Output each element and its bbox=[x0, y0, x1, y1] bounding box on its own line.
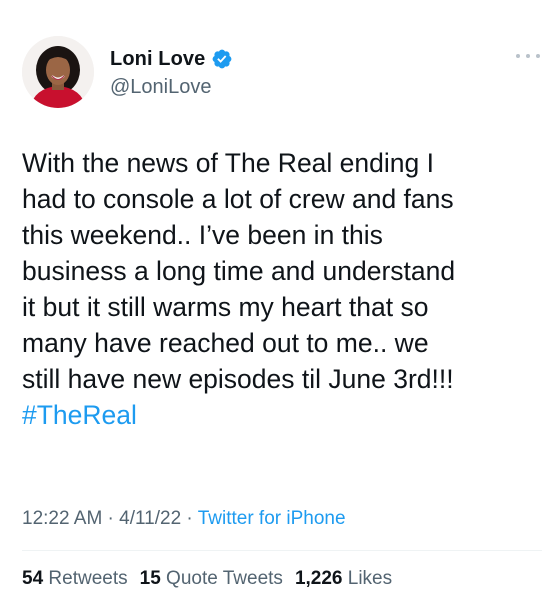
divider bbox=[22, 550, 542, 551]
tweet-time[interactable]: 12:22 AM bbox=[22, 508, 102, 529]
avatar[interactable] bbox=[22, 36, 94, 108]
more-options-icon[interactable] bbox=[516, 50, 540, 62]
hashtag-link[interactable]: #TheReal bbox=[22, 400, 137, 430]
more-dot bbox=[516, 54, 520, 58]
likes-label: Likes bbox=[347, 568, 393, 589]
meta-separator: · bbox=[181, 508, 198, 529]
display-name-row: Loni Love bbox=[110, 46, 233, 72]
retweets-stat[interactable]: 54 Retweets bbox=[22, 568, 128, 589]
tweet-meta: 12:22 AM · 4/11/22 · Twitter for iPhone bbox=[22, 508, 346, 530]
meta-separator: · bbox=[102, 508, 120, 529]
display-name[interactable]: Loni Love bbox=[110, 48, 205, 71]
tweet-text: With the news of The Real ending I had t… bbox=[22, 148, 456, 394]
tweet-date[interactable]: 4/11/22 bbox=[119, 508, 181, 529]
tweet-body: With the news of The Real ending I had t… bbox=[22, 145, 542, 433]
quotes-label: Quote Tweets bbox=[166, 568, 283, 589]
quotes-count: 15 bbox=[139, 568, 161, 589]
author-handle[interactable]: @LoniLove bbox=[110, 76, 233, 99]
likes-count: 1,226 bbox=[294, 568, 343, 589]
verified-badge-icon bbox=[211, 48, 233, 70]
tweet-stats: 54 Retweets 15 Quote Tweets 1,226 Likes bbox=[22, 568, 392, 590]
tweet-card: Loni Love @LoniLove With the news of The… bbox=[0, 0, 559, 600]
tweet-header: Loni Love @LoniLove bbox=[22, 36, 542, 116]
avatar-image bbox=[22, 36, 94, 108]
retweets-count: 54 bbox=[22, 568, 44, 589]
more-dot bbox=[526, 54, 530, 58]
tweet-source[interactable]: Twitter for iPhone bbox=[198, 508, 346, 529]
author-info: Loni Love @LoniLove bbox=[110, 46, 233, 99]
retweets-label: Retweets bbox=[48, 568, 128, 589]
quote-tweets-stat[interactable]: 15 Quote Tweets bbox=[140, 568, 283, 589]
more-dot bbox=[536, 54, 540, 58]
likes-stat[interactable]: 1,226 Likes bbox=[295, 568, 392, 589]
